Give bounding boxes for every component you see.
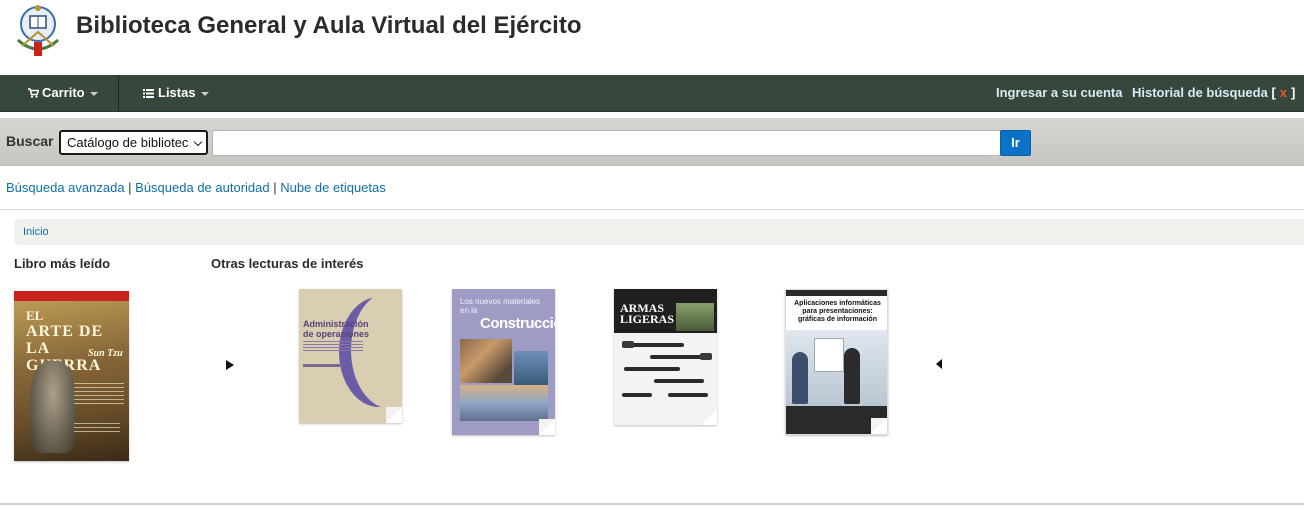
search-links: Búsqueda avanzada | Búsqueda de autorida… [6,180,386,195]
book-cover-construccion[interactable]: Los nuevos materiales en la Construcción [452,289,555,435]
clear-history-button[interactable]: x [1280,85,1287,100]
footer-divider [0,503,1304,505]
cart-icon [28,88,40,98]
book-title: Aplicaciones informáticas para presentac… [794,300,881,323]
other-reading-heading: Otras lecturas de interés [211,256,364,271]
lists-label: Listas [158,85,196,100]
login-link[interactable]: Ingresar a su cuenta [996,75,1122,112]
list-icon [143,89,154,98]
rifle-image [668,393,708,397]
warrior-statue-image [30,361,76,453]
most-read-book-cover[interactable]: EL ARTE DE LA GUERRA Sun Tzu [14,291,129,461]
site-header: Biblioteca General y Aula Virtual del Ej… [0,0,1304,75]
book-cover-administracion[interactable]: Administración de operaciones [299,289,402,423]
lists-menu[interactable]: Listas [143,75,209,112]
cover-photo [460,385,548,421]
pistol-image [622,393,652,397]
search-label: Buscar [6,133,54,149]
carousel-prev-arrow-icon[interactable] [936,359,942,369]
search-history: Historial de búsqueda [ x] [1132,75,1295,112]
cover-header [786,290,887,296]
book-title: Administración de operaciones [303,319,370,339]
rifle-image [654,379,704,383]
rifle-image [624,367,680,371]
chevron-down-icon [193,137,203,147]
history-bracket-close: ] [1291,85,1296,100]
book-title: Construcción [480,315,555,332]
cover-title-line1: EL [26,308,44,323]
cover-photo [460,339,512,383]
authority-search-link[interactable]: Búsqueda de autoridad [135,180,269,195]
cover-band [14,291,129,301]
search-scope-value: Catálogo de bibliotec [67,135,189,150]
breadcrumb-home-link[interactable]: Inicio [23,226,49,238]
nav-divider [118,75,119,112]
link-separator: | [124,180,136,195]
cart-menu[interactable]: Carrito [28,75,98,112]
search-history-link[interactable]: Historial de búsqueda [1132,85,1268,100]
person-image [792,352,808,404]
cover-blurb [74,423,120,435]
search-bar: Buscar Catálogo de bibliotec Ir [0,118,1304,166]
cover-blurb [74,383,124,407]
site-title: Biblioteca General y Aula Virtual del Ej… [76,12,582,39]
page-fold-icon [701,409,717,425]
cover-photo [514,351,548,385]
person-image [844,348,860,404]
tag-cloud-link[interactable]: Nube de etiquetas [280,180,386,195]
chevron-down-icon [200,91,209,96]
book-title-small: Los nuevos materiales en la [460,297,541,315]
search-scope-select[interactable]: Catálogo de bibliotec [59,130,208,155]
breadcrumb: Inicio [14,219,1304,245]
book-cover-armas-ligeras[interactable]: ARMAS LIGERAS [614,289,717,425]
rifle-image [700,353,712,360]
advanced-search-link[interactable]: Búsqueda avanzada [6,180,125,195]
most-read-heading: Libro más leído [14,256,111,271]
page-fold-icon [386,407,402,423]
search-submit-button[interactable]: Ir [1000,130,1031,156]
cover-author: Sun Tzu [88,348,123,359]
top-navbar: Carrito Listas Ingresar a su cuenta Hist… [0,75,1304,112]
search-input[interactable] [212,130,1001,156]
library-logo[interactable] [12,2,64,62]
book-title: ARMAS LIGERAS [620,301,675,326]
link-separator: | [269,180,281,195]
carousel-next-arrow-icon[interactable] [226,360,234,370]
rifle-image [622,341,634,348]
page-fold-icon [539,419,555,435]
chevron-down-icon [89,91,98,96]
cover-photo [676,303,714,331]
divider [0,209,1304,210]
book-cover-aplicaciones-informaticas[interactable]: Aplicaciones informáticas para presentac… [785,289,888,435]
cart-label: Carrito [42,85,85,100]
presentation-board-image [814,338,844,372]
book-author-line [303,364,343,367]
history-bracket-open: [ [1271,85,1276,100]
book-subtitle-lines [303,341,363,351]
page-fold-icon [871,418,887,434]
